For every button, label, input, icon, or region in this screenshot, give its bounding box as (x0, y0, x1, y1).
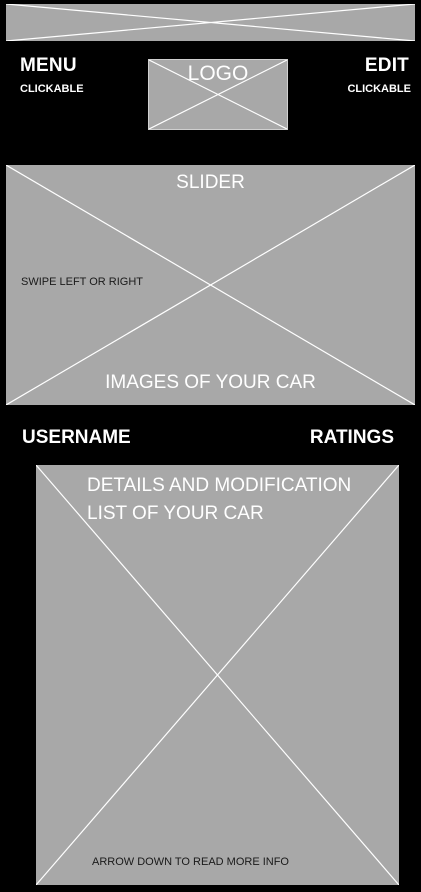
details-placeholder-icon (36, 465, 399, 885)
menu-caption: CLICKABLE (20, 83, 84, 95)
menu-button[interactable]: MENU (20, 55, 77, 77)
image-slider[interactable]: SLIDER SWIPE LEFT OR RIGHT IMAGES OF YOU… (6, 165, 415, 405)
app-screen: MENU CLICKABLE LOGO EDIT CLICKABLE SLIDE… (0, 0, 421, 892)
edit-button[interactable]: EDIT (365, 55, 409, 77)
slider-footer: IMAGES OF YOUR CAR (105, 372, 316, 393)
status-bar-placeholder (6, 4, 415, 41)
edit-caption: CLICKABLE (347, 83, 411, 95)
image-placeholder-icon (6, 4, 415, 41)
ratings: RATINGS (309, 427, 394, 448)
slider-hint: SWIPE LEFT OR RIGHT (21, 276, 144, 288)
slider-title: SLIDER (176, 172, 245, 193)
details-footer-hint: ARROW DOWN TO READ MORE INFO (92, 856, 289, 868)
details-title-line1: DETAILS AND MODIFICATION (87, 475, 352, 496)
logo: LOGO (148, 59, 288, 130)
username: USERNAME (22, 427, 131, 448)
details-title-line2: LIST OF YOUR CAR (87, 503, 264, 524)
car-details-panel[interactable]: DETAILS AND MODIFICATION LIST OF YOUR CA… (36, 465, 399, 885)
logo-label: LOGO (187, 62, 249, 85)
